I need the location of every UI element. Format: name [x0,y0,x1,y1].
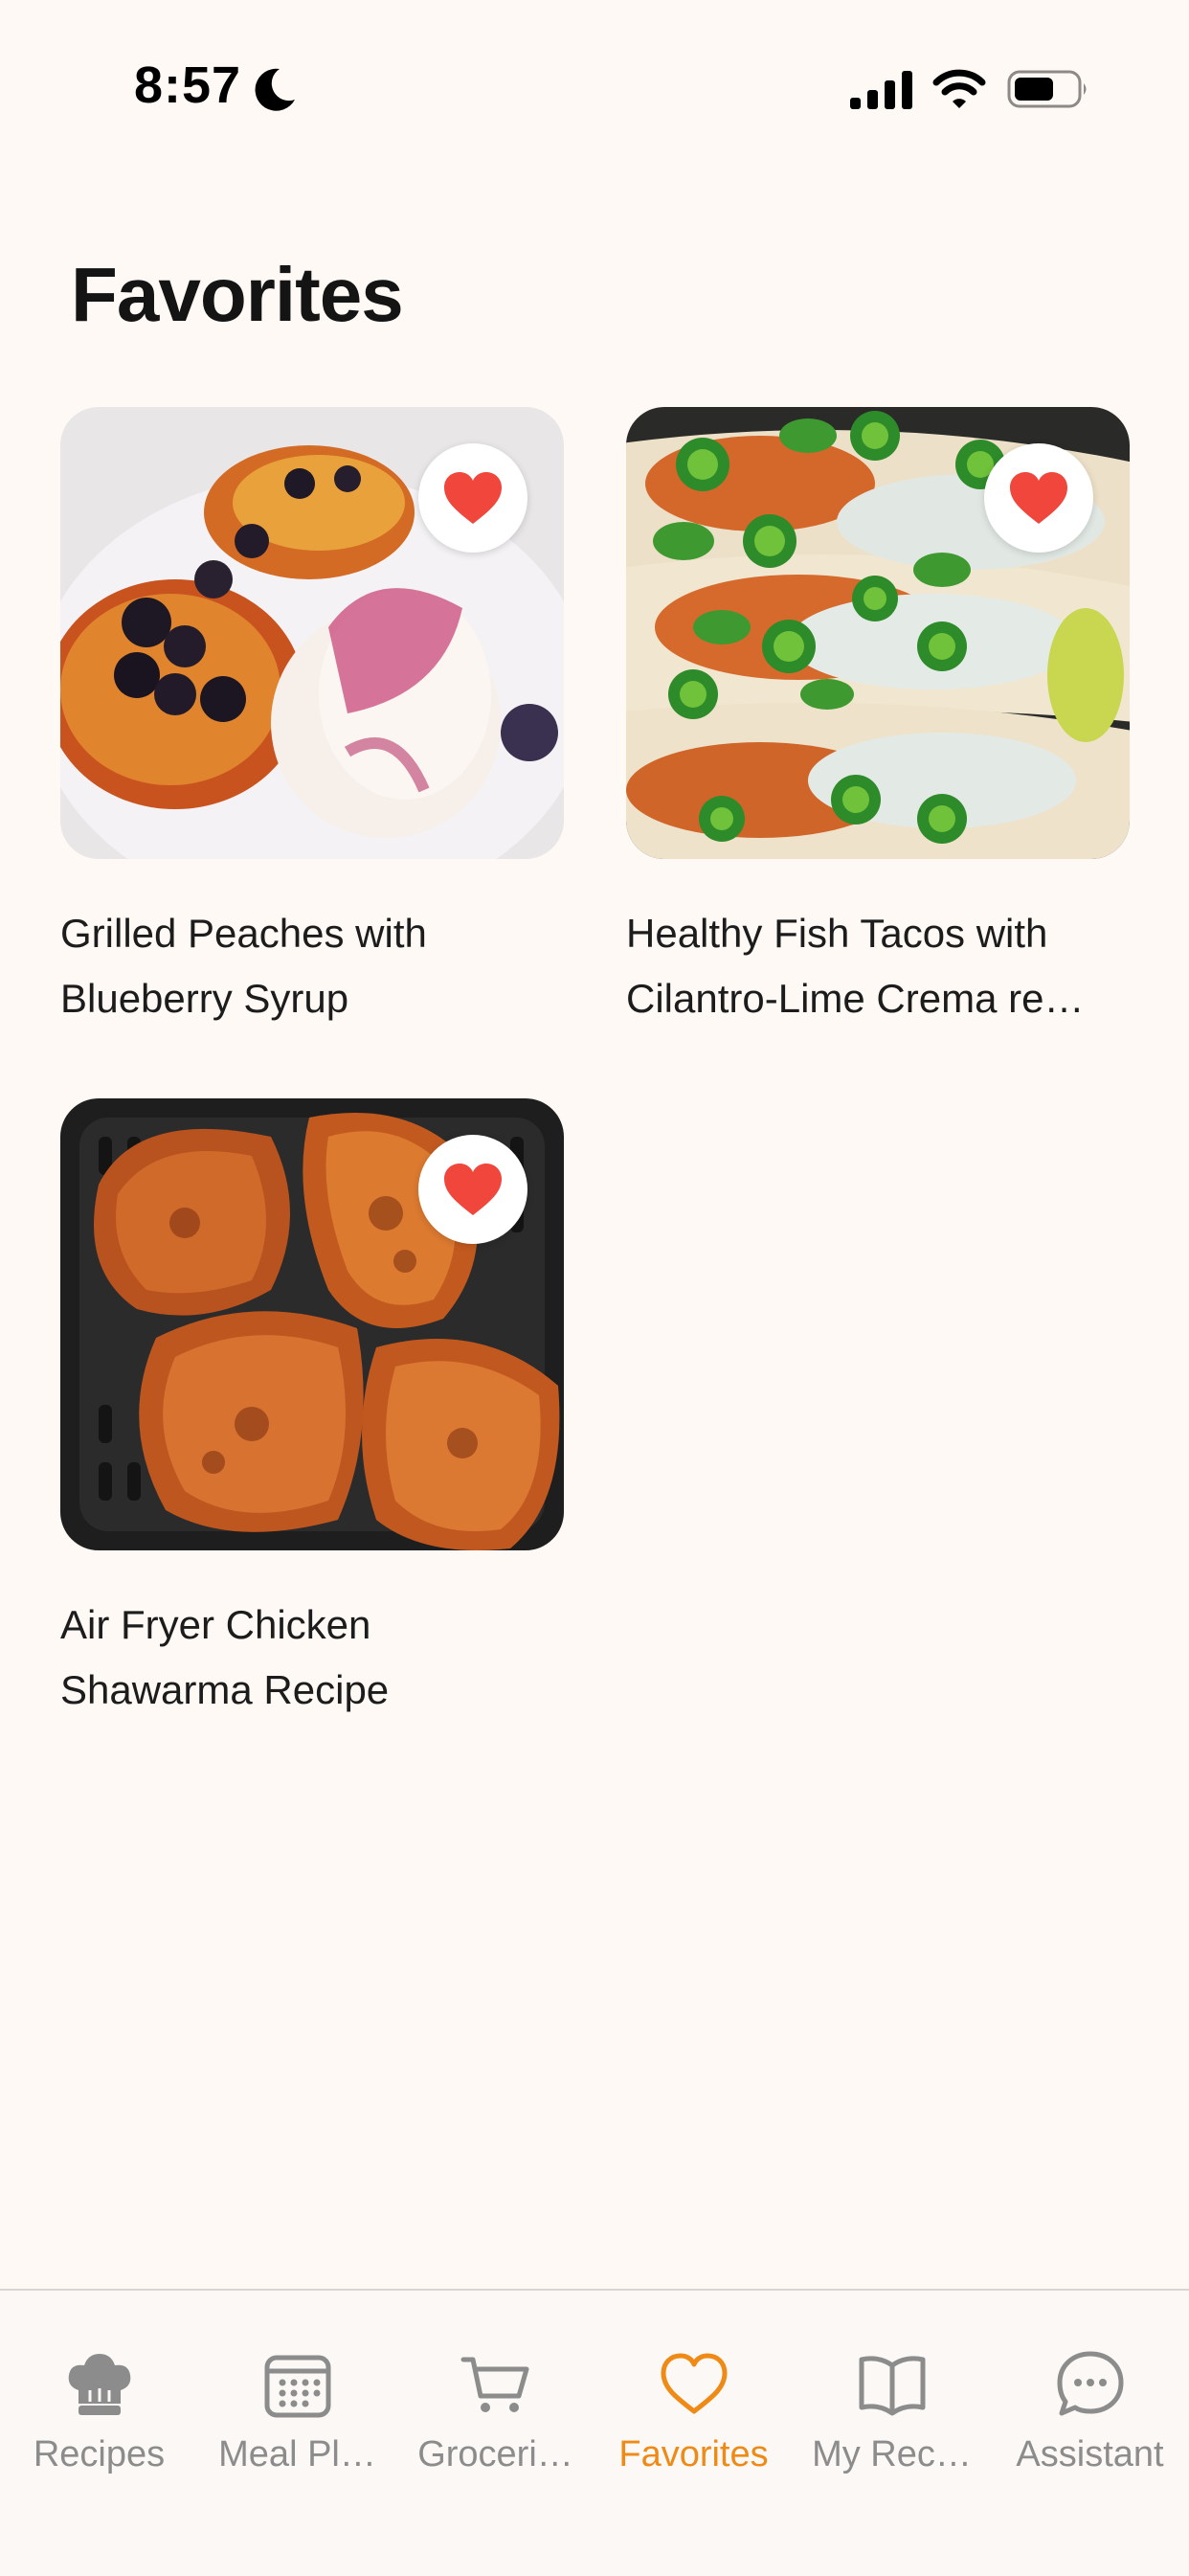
recipe-card[interactable]: Air Fryer Chicken Shawarma Recipe [60,1098,564,1723]
favorite-toggle-button[interactable] [418,443,527,553]
battery-icon [1007,70,1087,108]
heart-filled-icon [444,472,502,524]
tab-label: Meal Pl… [218,2434,376,2474]
cart-icon [460,2357,528,2412]
tab-label: Favorites [618,2434,769,2474]
moon-icon [255,68,295,111]
tab-label: Recipes [33,2434,166,2474]
status-bar: 8:57 [0,0,1189,172]
page-title: Favorites [71,252,404,337]
recipe-title[interactable]: Healthy Fish Tacos with Cilantro-Lime Cr… [626,901,1130,1031]
recipe-title[interactable]: Grilled Peaches with Blueberry Syrup [60,901,564,1031]
tab-label: Assistant [1016,2434,1164,2474]
tab-assistant[interactable]: Assistant [991,2348,1189,2475]
chef-hat-icon [68,2354,130,2415]
heart-filled-icon [1010,472,1067,524]
tab-label: My Rec… [812,2434,972,2474]
recipe-card[interactable]: Grilled Peaches with Blueberry Syrup [60,407,564,1031]
status-time: 8:57 [134,56,242,114]
calendar-icon [264,2355,330,2418]
tab-meal-plan[interactable]: Meal Pl… [198,2348,396,2475]
recipe-card[interactable]: Healthy Fish Tacos with Cilantro-Lime Cr… [626,407,1130,1031]
tab-groceries[interactable]: Groceri… [396,2348,594,2475]
tab-bar: Recipes Meal Pl… Groceri… Favorites My R… [0,2289,1189,2576]
wifi-icon [932,69,986,108]
heart-icon [661,2353,727,2414]
book-icon [859,2356,925,2416]
heart-filled-icon [444,1164,502,1215]
tab-recipes[interactable]: Recipes [0,2348,198,2475]
chat-bubble-icon [1057,2351,1123,2416]
recipe-title[interactable]: Air Fryer Chicken Shawarma Recipe [60,1593,564,1723]
recipe-image[interactable] [60,1098,564,1550]
cellular-signal-icon [850,71,912,109]
recipe-image[interactable] [626,407,1130,859]
favorite-toggle-button[interactable] [984,443,1093,553]
favorite-toggle-button[interactable] [418,1135,527,1244]
tab-label: Groceri… [417,2434,573,2474]
tab-favorites[interactable]: Favorites [594,2348,793,2475]
recipe-image[interactable] [60,407,564,859]
tab-my-recipes[interactable]: My Rec… [793,2348,991,2475]
